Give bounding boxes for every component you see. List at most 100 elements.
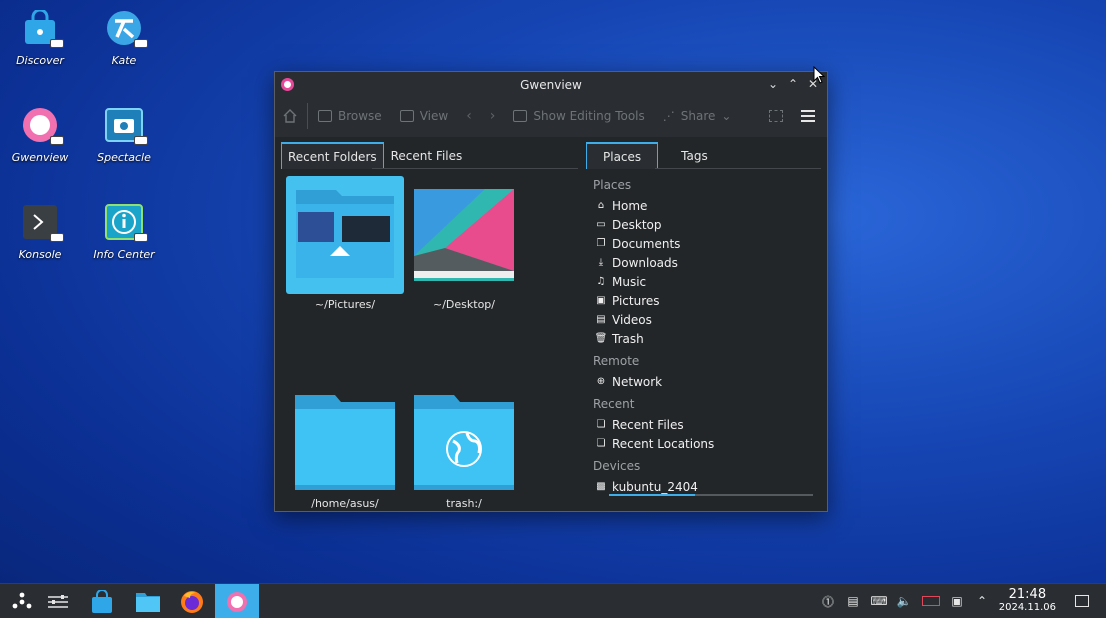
clock[interactable]: 21:48 2024.11.06 (999, 587, 1056, 613)
maximize-icon[interactable]: ⌃ (785, 76, 801, 92)
documents-icon: ❐ (596, 238, 606, 249)
chevron-down-icon[interactable]: ⌄ (765, 76, 781, 92)
forward-arrow-icon[interactable]: › (490, 108, 496, 124)
fullscreen-icon[interactable] (769, 110, 783, 122)
recent-header: Recent (593, 397, 635, 411)
gwenview-icon (20, 105, 64, 145)
place-label: Home (612, 198, 648, 213)
desktop-icon-label: Konsole (18, 248, 62, 261)
gwenview-window: Gwenview ⌄ ⌃ ✕ Browse View ‹ › Show Edit… (274, 71, 828, 512)
sliders-icon (48, 594, 68, 608)
chevron-down-icon: ⌄ (721, 109, 732, 123)
place-recent-locations[interactable]: ❏ Recent Locations (591, 434, 821, 453)
folder-label: ~/Pictures/ (314, 298, 376, 311)
kubuntu-logo-icon (12, 592, 32, 608)
image-icon (399, 110, 414, 122)
place-music[interactable]: ♫ Music (591, 272, 821, 291)
tab-recent-folders[interactable]: Recent Folders (281, 142, 384, 169)
clock-date: 2024.11.06 (998, 602, 1056, 613)
desktop-icon-label: Gwenview (11, 151, 69, 164)
desktop-icon-discover[interactable]: Discover (0, 8, 82, 67)
browse-button[interactable]: Browse (318, 109, 382, 123)
music-icon: ♫ (596, 276, 606, 287)
show-desktop-icon[interactable] (1075, 595, 1089, 607)
place-home[interactable]: ⌂ Home (591, 196, 821, 215)
places-header: Places (593, 178, 632, 192)
place-recent-files[interactable]: ❏ Recent Files (591, 415, 821, 434)
recent-locations-icon: ❏ (596, 438, 606, 449)
keyboard-icon[interactable]: ⌨ (870, 594, 887, 608)
place-label: Pictures (612, 293, 660, 308)
share-label: Share (680, 109, 716, 123)
chevron-up-icon[interactable]: ⌃ (975, 594, 989, 608)
show-editing-tools-button[interactable]: Show Editing Tools (513, 109, 645, 123)
share-icon: ⋰ (662, 109, 675, 123)
kate-icon (104, 8, 148, 48)
place-label: Documents (612, 236, 681, 251)
edit-image-icon (513, 110, 528, 122)
shopping-bag-icon (92, 589, 112, 613)
network-icon[interactable]: ▣ (950, 594, 964, 608)
place-label: Recent Files (612, 417, 684, 432)
folder-label: /home/asus/ (311, 497, 379, 510)
folder-label: ~/Desktop/ (433, 298, 495, 311)
taskbar-file-manager[interactable] (126, 584, 170, 618)
tab-tags[interactable]: Tags (658, 142, 731, 169)
place-device-kubuntu[interactable]: ▩ kubuntu_2404 (591, 477, 821, 496)
place-label: Videos (612, 312, 652, 327)
place-label: Recent Locations (612, 436, 715, 451)
pictures-icon: ▣ (596, 295, 606, 306)
place-videos[interactable]: ▤ Videos (591, 310, 821, 329)
place-pictures[interactable]: ▣ Pictures (591, 291, 821, 310)
tab-recent-files[interactable]: Recent Files (384, 142, 470, 169)
desktop-icon-kate[interactable]: Kate (82, 8, 166, 67)
back-arrow-icon[interactable]: ‹ (466, 108, 472, 124)
taskbar-discover[interactable] (80, 584, 124, 618)
toolbar: Browse View ‹ › Show Editing Tools ⋰ Sha… (275, 97, 827, 135)
update-icon[interactable]: ⓵ (821, 594, 835, 609)
task-manager-settings[interactable] (36, 584, 80, 618)
left-tabs: Recent Folders Recent Files (281, 142, 469, 169)
taskbar-firefox[interactable] (170, 584, 214, 618)
place-documents[interactable]: ❐ Documents (591, 234, 821, 253)
desktop-icon-spectacle[interactable]: Spectacle (82, 105, 166, 164)
place-label: Network (612, 374, 663, 389)
place-label: Desktop (612, 217, 662, 232)
toolbar-separator (307, 103, 308, 129)
place-label: kubuntu_2404 (612, 479, 698, 494)
place-network[interactable]: ⊕ Network (591, 372, 821, 391)
folder-thumb-home[interactable]: /home/asus/ (285, 393, 405, 510)
folder-thumb-trash[interactable]: trash:/ (404, 393, 524, 510)
place-trash[interactable]: 🗑 Trash (591, 329, 821, 348)
image-preview-icon (414, 189, 514, 281)
video-icon: ▤ (596, 314, 606, 325)
network-folder-icon (414, 395, 514, 490)
desktop-icon-info-center[interactable]: Info Center (82, 202, 166, 261)
folder-thumb-pictures[interactable]: ~/Pictures/ (285, 176, 405, 311)
volume-icon[interactable]: 🔈 (897, 594, 912, 608)
place-label: Trash (612, 331, 644, 346)
place-desktop[interactable]: ▭ Desktop (591, 215, 821, 234)
title-bar[interactable]: Gwenview ⌄ ⌃ ✕ (275, 72, 827, 97)
clipboard-icon[interactable]: ▤ (846, 594, 860, 608)
desktop-icon-label: Discover (16, 54, 64, 67)
gwenview-icon (227, 591, 247, 612)
folder-thumb-desktop[interactable]: ~/Desktop/ (404, 176, 524, 311)
place-downloads[interactable]: ⤓ Downloads (591, 253, 821, 272)
place-label: Downloads (612, 255, 678, 270)
taskbar-gwenview[interactable] (215, 584, 259, 618)
folder-icon (286, 176, 404, 294)
share-button[interactable]: ⋰ Share ⌄ (663, 109, 732, 123)
desktop-icon-label: Kate (111, 54, 137, 67)
desktop-icon-gwenview[interactable]: Gwenview (0, 105, 82, 164)
tab-places[interactable]: Places (586, 142, 659, 169)
desktop-icon-konsole[interactable]: Konsole (0, 202, 82, 261)
battery-icon[interactable] (922, 596, 940, 606)
hamburger-menu-icon[interactable] (801, 110, 815, 125)
home-icon (283, 109, 297, 123)
shopping-bag-icon (20, 8, 64, 48)
view-button[interactable]: View (399, 109, 448, 123)
places-panel: Places ⌂ Home ▭ Desktop ❐ Documents ⤓ Downlo… (591, 178, 821, 496)
home-button[interactable] (283, 109, 297, 123)
desktop-icon-label: Info Center (93, 248, 155, 261)
